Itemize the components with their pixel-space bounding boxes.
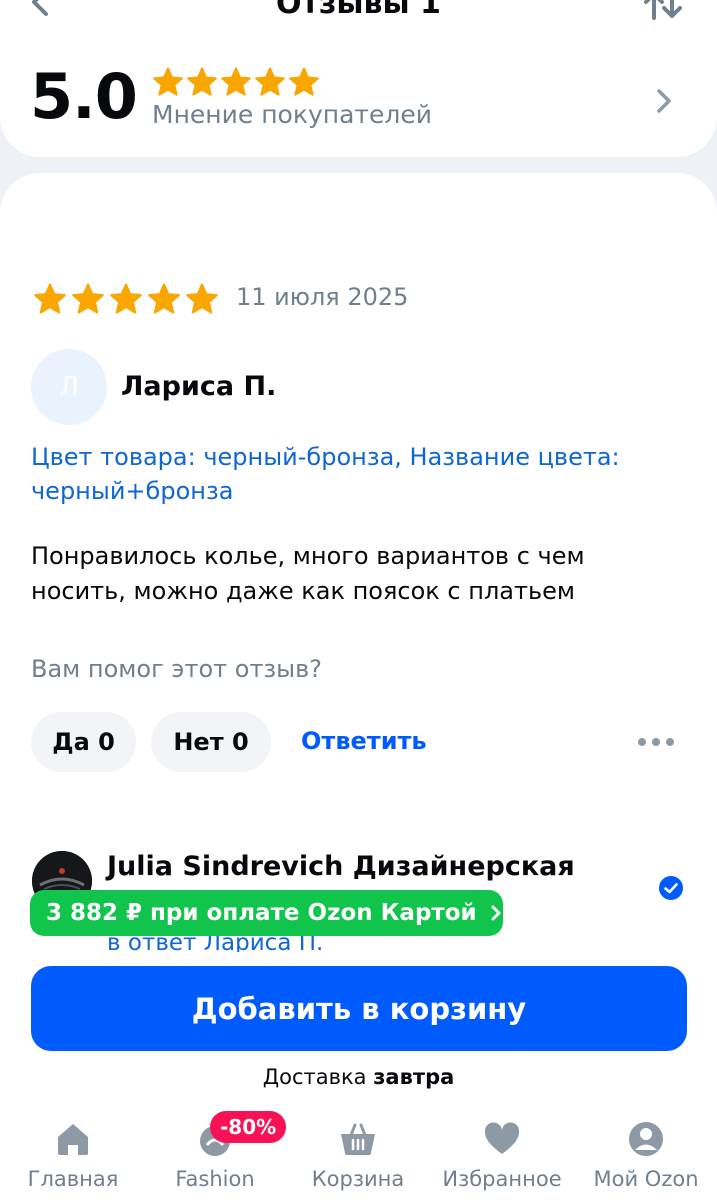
chevron-right-icon[interactable] [652,86,676,116]
top-bar: Отзывы 1 [0,0,717,30]
rating-summary-card[interactable]: 5.0 Мнение покупателей [0,30,717,157]
average-rating: 5.0 [30,60,138,133]
star-icon [110,283,142,314]
verified-icon [659,876,683,900]
nav-favorites[interactable]: Избранное [440,1105,564,1200]
ozon-card-price-badge[interactable]: 3 882 ₽ при оплате Ozon Картой [30,890,503,936]
star-icon [221,67,251,96]
delivery-prefix: Доставка [262,1065,367,1089]
variant-info[interactable]: Цвет товара: черный-бронза, Название цве… [31,440,671,508]
nav-label-cart: Корзина [311,1167,405,1191]
nav-home[interactable]: Главная [18,1105,128,1200]
add-to-cart-button[interactable]: Добавить в корзину [31,966,687,1051]
review-stars [33,282,219,316]
delivery-when: завтра [373,1065,455,1089]
chevron-right-icon [491,905,501,921]
reply-button[interactable]: Ответить [301,727,427,755]
delivery-info: Доставка завтра [0,1065,717,1089]
home-icon [58,1124,88,1155]
more-options-icon[interactable] [636,735,676,749]
star-icon [289,67,319,96]
star-icon [255,67,285,96]
promo-text: 3 882 ₽ при оплате Ozon Картой [46,900,477,926]
nav-label-home: Главная [27,1167,119,1191]
nav-profile[interactable]: Мой Ozon [588,1105,704,1200]
summary-stars [152,66,320,98]
review-text: Понравилось колье, много вариантов с чем… [31,542,585,605]
helpful-yes-button[interactable]: Да 0 [31,712,136,772]
nav-label-profile: Мой Ozon [593,1167,699,1191]
review-date: 11 июля 2025 [236,283,409,311]
heart-icon [484,1122,520,1154]
sort-icon[interactable] [640,0,686,24]
helpful-no-button[interactable]: Нет 0 [151,712,271,772]
star-icon [148,283,180,314]
basket-icon [341,1123,375,1155]
nav-label-fashion: Fashion [175,1167,255,1191]
star-icon [153,67,183,96]
sale-badge: -80% [210,1111,287,1143]
summary-caption: Мнение покупателей [152,100,432,129]
seller-name: Julia Sindrevich Дизайнерская [107,851,575,882]
star-icon [72,283,104,314]
profile-icon [629,1122,663,1156]
star-icon [34,283,66,314]
page-title: Отзывы 1 [276,0,441,21]
avatar: Л [31,349,107,425]
star-icon [187,67,217,96]
nav-cart[interactable]: Корзина [303,1105,413,1200]
helpful-question: Вам помог этот отзыв? [31,655,323,683]
author-name: Лариса П. [121,371,277,402]
nav-label-favorites: Избранное [442,1167,562,1191]
star-icon [186,283,218,314]
bottom-navigation: Главная Fashion Корзина Избранное Мой Oz… [0,1105,717,1200]
